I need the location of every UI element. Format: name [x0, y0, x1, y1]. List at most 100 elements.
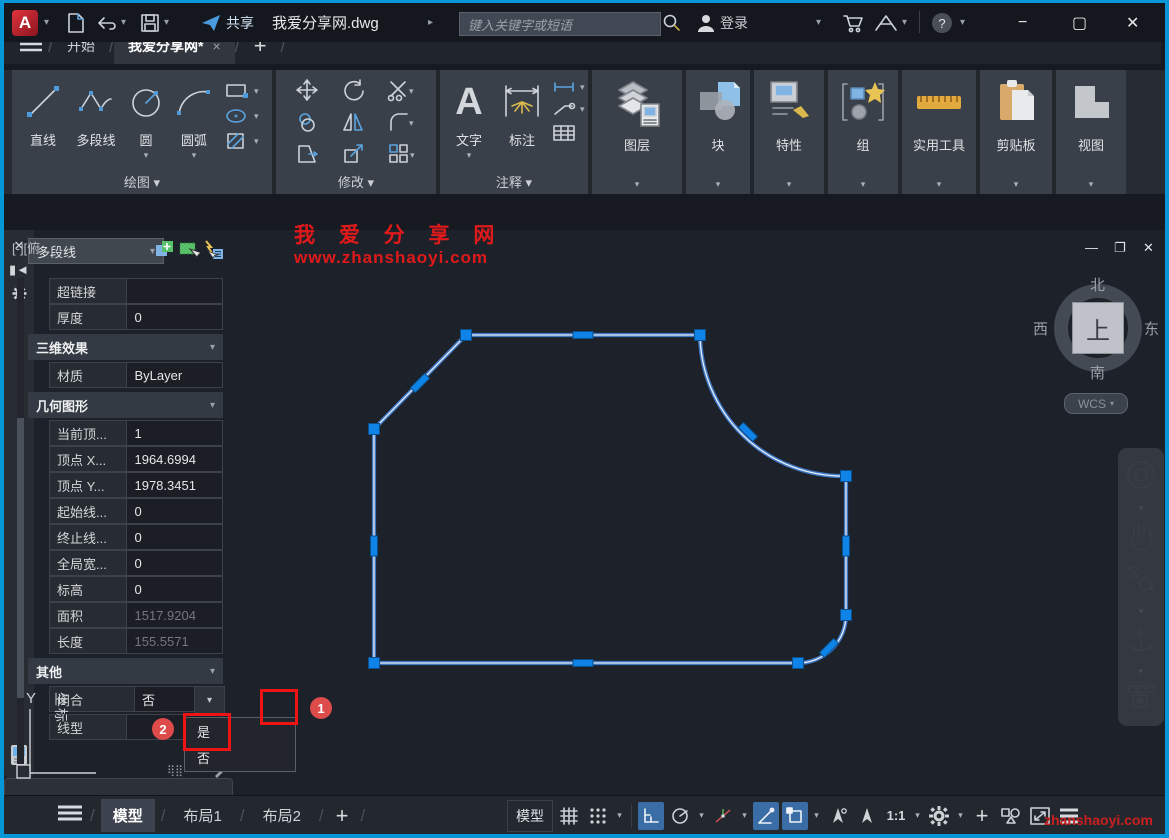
isolate-objects-icon[interactable] [998, 802, 1024, 830]
panel-draw-label[interactable]: 绘图 ▾ [12, 172, 272, 191]
stretch-icon[interactable] [295, 142, 319, 171]
text-button[interactable]: A 文字 ▾ [446, 76, 492, 161]
wcs-dropdown[interactable]: WCS▾ [1064, 393, 1128, 414]
panel-group[interactable]: 组 ▾ [828, 70, 898, 194]
ellipse-button[interactable]: ▾ [224, 107, 259, 125]
tab-layout2[interactable]: 布局2 [251, 799, 313, 832]
utilities-caret-icon[interactable]: ▾ [902, 179, 976, 190]
hatch-button[interactable]: ▾ [224, 132, 259, 150]
fillet-icon[interactable]: ▾ [387, 110, 417, 139]
prop-row-hyperlink[interactable]: 超链接 [49, 278, 223, 304]
mirror-icon[interactable] [341, 110, 365, 139]
midpoint-grips[interactable] [371, 332, 850, 667]
doc-minimize-icon[interactable]: — [1085, 240, 1098, 255]
scale-icon[interactable] [341, 142, 365, 171]
tab-model[interactable]: 模型 [101, 799, 155, 832]
prop-row-current-vertex[interactable]: 当前顶...1 [49, 420, 223, 446]
login-label[interactable]: 登录 [720, 3, 748, 42]
panel-view[interactable]: 视图 ▾ [1056, 70, 1126, 194]
prop-row-material[interactable]: 材质ByLayer [49, 362, 223, 388]
gear-caret-icon[interactable]: ▾ [955, 810, 966, 821]
grid-toggle-icon[interactable] [556, 802, 582, 830]
autodesk-caret-icon[interactable]: ▾ [902, 3, 907, 42]
array-icon[interactable]: ▾ [387, 142, 417, 171]
app-logo[interactable]: A [12, 10, 38, 36]
isodraft-caret-icon[interactable]: ▾ [739, 810, 750, 821]
osnap-toggle-icon[interactable] [782, 802, 808, 830]
table-button[interactable] [552, 124, 585, 142]
panel-utilities[interactable]: 实用工具 ▾ [902, 70, 976, 194]
share-plane-icon[interactable] [200, 3, 222, 42]
prop-row-start-width[interactable]: 起始线...0 [49, 498, 223, 524]
panel-clipboard[interactable]: 剪贴板 ▾ [980, 70, 1052, 194]
properties-caret-icon[interactable]: ▾ [754, 179, 824, 190]
viewcube-north[interactable]: 北 [1090, 274, 1105, 295]
prop-row-vertex-y[interactable]: 顶点 Y...1978.3451 [49, 472, 223, 498]
viewport-controls-label[interactable]: [-][俯 [12, 238, 40, 257]
select-objects-icon[interactable] [178, 239, 200, 261]
leader-button[interactable]: ▾ [552, 101, 585, 117]
steering-wheel-icon[interactable] [1124, 458, 1158, 497]
panel-modify-label[interactable]: 修改 ▾ [276, 172, 436, 191]
block-caret-icon[interactable]: ▾ [686, 179, 750, 190]
close-button[interactable]: ✕ [1126, 3, 1139, 42]
autodesk-logo-icon[interactable] [874, 3, 898, 42]
view-caret-icon[interactable]: ▾ [1056, 179, 1126, 190]
viewcube-top-face[interactable]: 上 [1072, 302, 1124, 354]
model-space-button[interactable]: 模型 [507, 800, 553, 832]
palette-resize-handle[interactable]: ⢿⣿ [167, 764, 183, 777]
customization-plus-icon[interactable]: + [969, 802, 995, 830]
section-misc[interactable]: 其他▾ [28, 658, 223, 684]
viewcube-west[interactable]: 西 [1033, 318, 1048, 339]
object-type-dropdown[interactable]: 多段线▾ [28, 238, 164, 264]
save-caret-icon[interactable]: ▾ [164, 3, 169, 42]
prop-row-elevation[interactable]: 标高0 [49, 576, 223, 602]
app-menu-caret-icon[interactable]: ▾ [44, 3, 49, 42]
new-layout-button[interactable]: + [330, 803, 355, 829]
viewcube-east[interactable]: 东 [1144, 318, 1159, 339]
panel-layers[interactable]: 图层 ▾ [592, 70, 682, 194]
closed-dropdown-button[interactable]: ▾ [194, 686, 225, 714]
palette-side-label[interactable]: 坐标 [51, 692, 71, 712]
share-label[interactable]: 共享 [226, 3, 254, 42]
osnap-caret-icon[interactable]: ▾ [811, 810, 822, 821]
text-caret-icon[interactable]: ▾ [446, 150, 492, 161]
cart-icon[interactable] [842, 3, 864, 42]
prop-row-vertex-x[interactable]: 顶点 X...1964.6994 [49, 446, 223, 472]
panel-annotate-label[interactable]: 注释 ▾ [440, 172, 588, 191]
prop-row-global-width[interactable]: 全局宽...0 [49, 550, 223, 576]
vertex-grips[interactable] [369, 330, 852, 669]
panel-properties[interactable]: 特性 ▾ [754, 70, 824, 194]
polar-caret-icon[interactable]: ▾ [696, 810, 707, 821]
showmotion-icon[interactable] [1125, 683, 1157, 718]
annotation-visibility-icon[interactable] [825, 802, 851, 830]
rotate-icon[interactable] [341, 78, 365, 107]
snap-toggle-icon[interactable] [585, 802, 611, 830]
new-file-icon[interactable] [66, 3, 86, 42]
annotation-autoscale-icon[interactable] [854, 802, 880, 830]
zoom-extents-icon[interactable] [1125, 563, 1157, 600]
offset-icon[interactable] [295, 110, 319, 139]
statusbar-menu-icon[interactable] [56, 803, 84, 828]
doc-close-icon[interactable]: ✕ [1143, 240, 1154, 256]
gear-icon[interactable] [926, 802, 952, 830]
dimension-button[interactable]: 标注 [496, 76, 548, 149]
title-caret-icon[interactable]: ▸ [428, 3, 433, 42]
ortho-toggle-icon[interactable] [638, 802, 664, 830]
minimize-button[interactable]: − [1018, 3, 1027, 42]
palette-scrollbar[interactable] [17, 278, 24, 764]
palette-autohide-icon[interactable]: ▮◄ [4, 262, 34, 278]
panel-block[interactable]: 块 ▾ [686, 70, 750, 194]
clipboard-caret-icon[interactable]: ▾ [980, 179, 1052, 190]
line-button[interactable]: 直线 [20, 76, 66, 149]
drawing-canvas[interactable]: [-][俯 — ❐ ✕ 北 西 东 南 上 WCS▾ ▾ ▾ ▾ ✕ ▮◄ [4, 230, 1165, 795]
help-caret-icon[interactable]: ▾ [960, 3, 965, 42]
quick-select-icon[interactable] [202, 239, 224, 261]
user-icon[interactable] [696, 3, 716, 42]
help-icon[interactable]: ? [930, 3, 954, 42]
circle-caret-icon[interactable]: ▾ [126, 150, 166, 161]
circle-button[interactable]: 圆 ▾ [126, 76, 166, 161]
viewcube-south[interactable]: 南 [1090, 362, 1105, 383]
snap-caret-icon[interactable]: ▾ [614, 810, 625, 821]
section-3d-effects[interactable]: 三维效果▾ [28, 334, 223, 360]
